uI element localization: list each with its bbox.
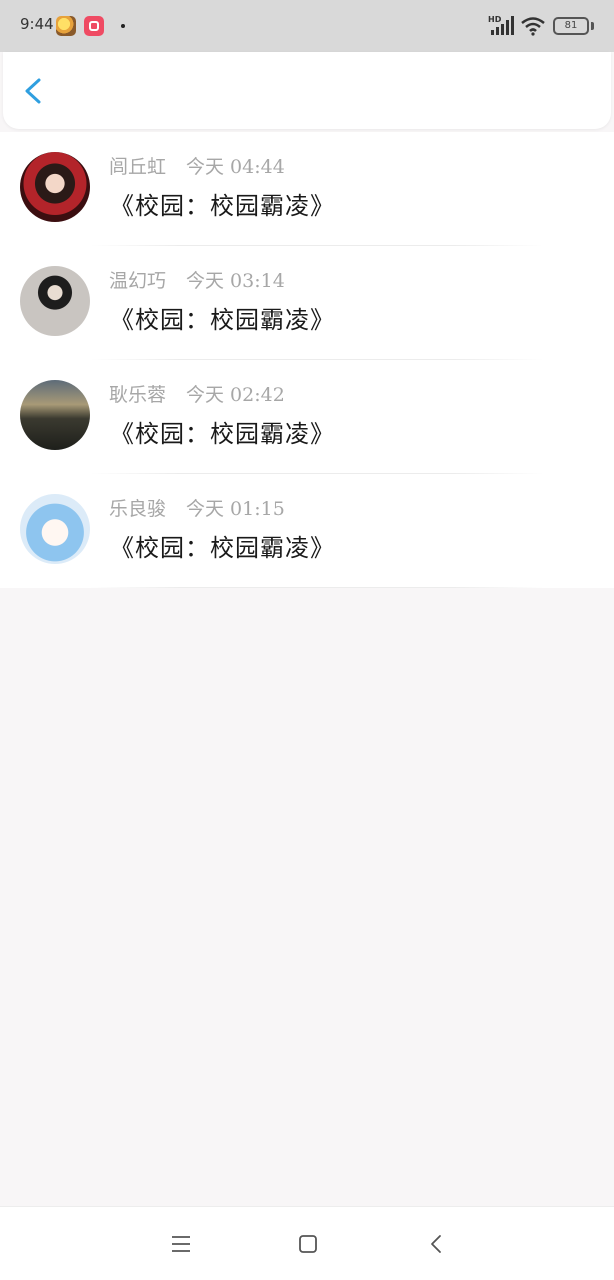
avatar[interactable] — [20, 266, 90, 336]
item-time: 今天 03:14 — [186, 270, 285, 292]
app-notification-icon — [56, 16, 76, 36]
back-chevron-icon[interactable] — [425, 1232, 449, 1256]
item-meta: 乐良骏 今天 01:15 — [109, 494, 285, 521]
list-item[interactable]: 温幻巧 今天 03:14 《校园：校园霸凌》 — [0, 246, 614, 360]
system-nav-bar — [0, 1206, 614, 1280]
message-list: 闾丘虹 今天 04:44 《校园：校园霸凌》 温幻巧 今天 03:14 《校园：校园… — [0, 132, 614, 588]
home-square-icon[interactable] — [296, 1232, 320, 1256]
item-time: 今天 04:44 — [186, 156, 285, 178]
list-item[interactable]: 闾丘虹 今天 04:44 《校园：校园霸凌》 — [0, 132, 614, 246]
item-title: 《校园：校园霸凌》 — [110, 192, 335, 220]
item-name: 闾丘虹 — [109, 156, 167, 178]
item-meta: 耿乐蓉 今天 02:42 — [109, 380, 285, 407]
list-item[interactable]: 乐良骏 今天 01:15 《校园：校园霸凌》 — [0, 474, 614, 588]
item-title: 《校园：校园霸凌》 — [110, 306, 335, 334]
item-title: 《校园：校园霸凌》 — [110, 420, 335, 448]
avatar[interactable] — [20, 494, 90, 564]
item-meta: 闾丘虹 今天 04:44 — [109, 152, 285, 179]
menu-icon[interactable] — [169, 1232, 193, 1256]
status-time: 9:44 — [20, 15, 54, 33]
battery-tip — [591, 22, 594, 30]
screen: 9:44 HD 81 闾丘虹 今天 04:44 《校园：校园霸凌》 温幻巧 今天… — [0, 0, 614, 1280]
wifi-icon — [521, 17, 545, 36]
status-bar: 9:44 HD 81 — [0, 0, 614, 52]
battery-icon: 81 — [553, 17, 589, 35]
item-title: 《校园：校园霸凌》 — [110, 534, 335, 562]
avatar[interactable] — [20, 380, 90, 450]
item-time: 今天 02:42 — [186, 384, 285, 406]
hd-signal-icon: HD — [488, 15, 514, 35]
dot-icon — [121, 24, 125, 28]
item-meta: 温幻巧 今天 03:14 — [109, 266, 285, 293]
app-notification-icon — [84, 16, 104, 36]
header — [3, 52, 611, 129]
item-time: 今天 01:15 — [186, 498, 285, 520]
chevron-left-icon[interactable] — [17, 74, 51, 108]
divider — [90, 587, 544, 588]
item-name: 温幻巧 — [109, 270, 167, 292]
list-item[interactable]: 耿乐蓉 今天 02:42 《校园：校园霸凌》 — [0, 360, 614, 474]
item-name: 耿乐蓉 — [109, 384, 167, 406]
svg-text:HD: HD — [488, 15, 502, 24]
avatar[interactable] — [20, 152, 90, 222]
item-name: 乐良骏 — [109, 498, 167, 520]
